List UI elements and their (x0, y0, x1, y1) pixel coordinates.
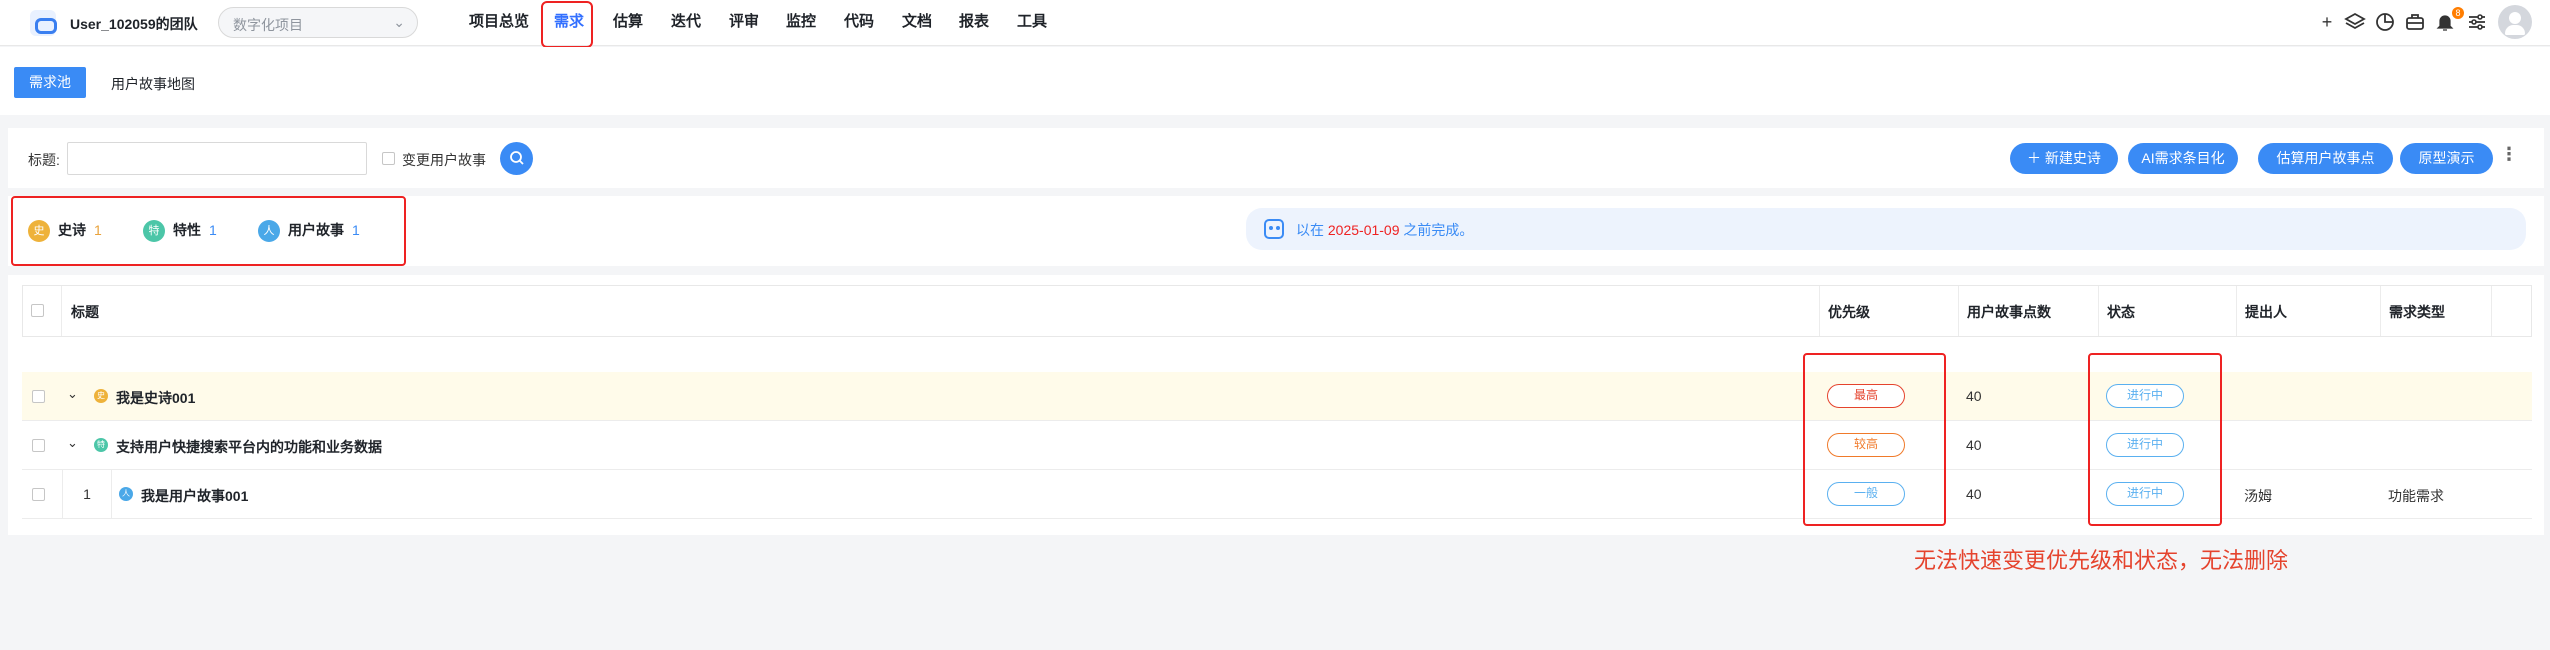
filter-bar: 标题: 变更用户故事 ＋ 新建史诗 AI需求条目化 估算用户故事点 原型演示 ⋮ (8, 128, 2544, 188)
annotation-box-nav (541, 1, 593, 48)
notice-date: 2025-01-09 (1327, 222, 1400, 238)
completion-notice: 以在 2025-01-09 之前完成。 (1246, 208, 2526, 250)
search-button[interactable] (500, 142, 533, 175)
points-value: 40 (1966, 388, 1982, 404)
header-points[interactable]: 用户故事点数 (1967, 302, 2051, 322)
type-value: 功能需求 (2388, 488, 2444, 504)
ai-itemize-button[interactable]: AI需求条目化 (2128, 143, 2238, 174)
epic-icon: 史 (94, 389, 108, 403)
select-all-checkbox[interactable] (31, 304, 44, 317)
row-title[interactable]: 支持用户快捷搜索平台内的功能和业务数据 (116, 437, 382, 457)
nav-docs[interactable]: 文档 (902, 0, 932, 44)
title-filter-label: 标题: (28, 152, 60, 168)
top-bar: User_102059的团队 数字化项目 ⌄ 项目总览 需求 估算 迭代 评审 … (0, 0, 2550, 48)
annotation-box-priority (1803, 353, 1946, 526)
row-title[interactable]: 我是用户故事001 (141, 486, 248, 506)
table-header: 标题 优先级 用户故事点数 状态 提出人 需求类型 (22, 285, 2532, 337)
change-story-checkbox[interactable] (382, 152, 395, 165)
nav-estimate[interactable]: 估算 (613, 0, 643, 44)
row-checkbox[interactable] (32, 488, 45, 501)
robot-icon (1264, 219, 1284, 239)
more-vertical-icon[interactable]: ⋮ (2500, 144, 2518, 165)
project-select[interactable]: 数字化项目 ⌄ (218, 7, 418, 38)
tab-story-map[interactable]: 用户故事地图 (111, 74, 195, 94)
feature-icon: 特 (94, 438, 108, 452)
nav-iteration[interactable]: 迭代 (671, 0, 701, 44)
header-type[interactable]: 需求类型 (2389, 302, 2445, 322)
search-icon (509, 151, 524, 165)
header-status[interactable]: 状态 (2107, 302, 2135, 322)
chevron-down-icon[interactable]: ⌄ (67, 386, 78, 402)
row-checkbox[interactable] (32, 439, 45, 452)
nav-tools[interactable]: 工具 (1017, 0, 1047, 44)
prototype-demo-button[interactable]: 原型演示 (2400, 143, 2493, 174)
layers-icon[interactable] (2344, 11, 2366, 33)
avatar[interactable] (2498, 5, 2532, 39)
annotation-text: 无法快速变更优先级和状态，无法删除 (1914, 548, 2289, 573)
chevron-down-icon[interactable]: ⌄ (67, 435, 78, 451)
notice-text: 以在 2025-01-09 之前完成。 (1296, 220, 1473, 240)
estimate-points-button[interactable]: 估算用户故事点 (2258, 143, 2393, 174)
annotation-box-stats (11, 196, 406, 266)
briefcase-icon[interactable] (2404, 11, 2426, 33)
chart-pie-icon[interactable] (2374, 11, 2396, 33)
team-name[interactable]: User_102059的团队 (70, 14, 198, 34)
sub-nav: 需求池 用户故事地图 (0, 47, 2550, 115)
plus-icon[interactable]: + (2316, 11, 2338, 33)
nav-reports[interactable]: 报表 (959, 0, 989, 44)
proposer-value: 汤姆 (2244, 488, 2272, 504)
notification-badge: 8 (2452, 7, 2464, 19)
title-filter-input[interactable] (67, 142, 367, 175)
header-title: 标题 (71, 304, 99, 320)
nav-overview[interactable]: 项目总览 (469, 0, 529, 44)
tab-requirement-pool[interactable]: 需求池 (14, 67, 86, 98)
new-epic-button[interactable]: ＋ 新建史诗 (2010, 143, 2118, 174)
nav-review[interactable]: 评审 (729, 0, 759, 44)
annotation-box-status (2088, 353, 2222, 526)
app-logo-icon[interactable] (30, 10, 57, 36)
project-select-placeholder: 数字化项目 (233, 17, 303, 33)
nav-monitor[interactable]: 监控 (786, 0, 816, 44)
change-story-label[interactable]: 变更用户故事 (402, 150, 486, 170)
row-checkbox[interactable] (32, 390, 45, 403)
header-proposer[interactable]: 提出人 (2245, 302, 2287, 322)
points-value: 40 (1966, 486, 1982, 502)
stats-bar: 史史诗 1 特特性 1 人用户故事 1 以在 2025-01-09 之前完成。 (8, 196, 2544, 266)
row-title[interactable]: 我是史诗001 (116, 388, 195, 408)
points-value: 40 (1966, 437, 1982, 453)
row-number: 1 (62, 470, 112, 518)
header-priority[interactable]: 优先级 (1828, 302, 1870, 322)
notice-pre: 以在 (1296, 222, 1324, 238)
sliders-icon[interactable] (2466, 11, 2488, 33)
user-story-icon: 人 (119, 487, 133, 501)
nav-code[interactable]: 代码 (844, 0, 874, 44)
notice-post: 之前完成。 (1403, 222, 1474, 238)
chevron-down-icon: ⌄ (393, 14, 405, 30)
